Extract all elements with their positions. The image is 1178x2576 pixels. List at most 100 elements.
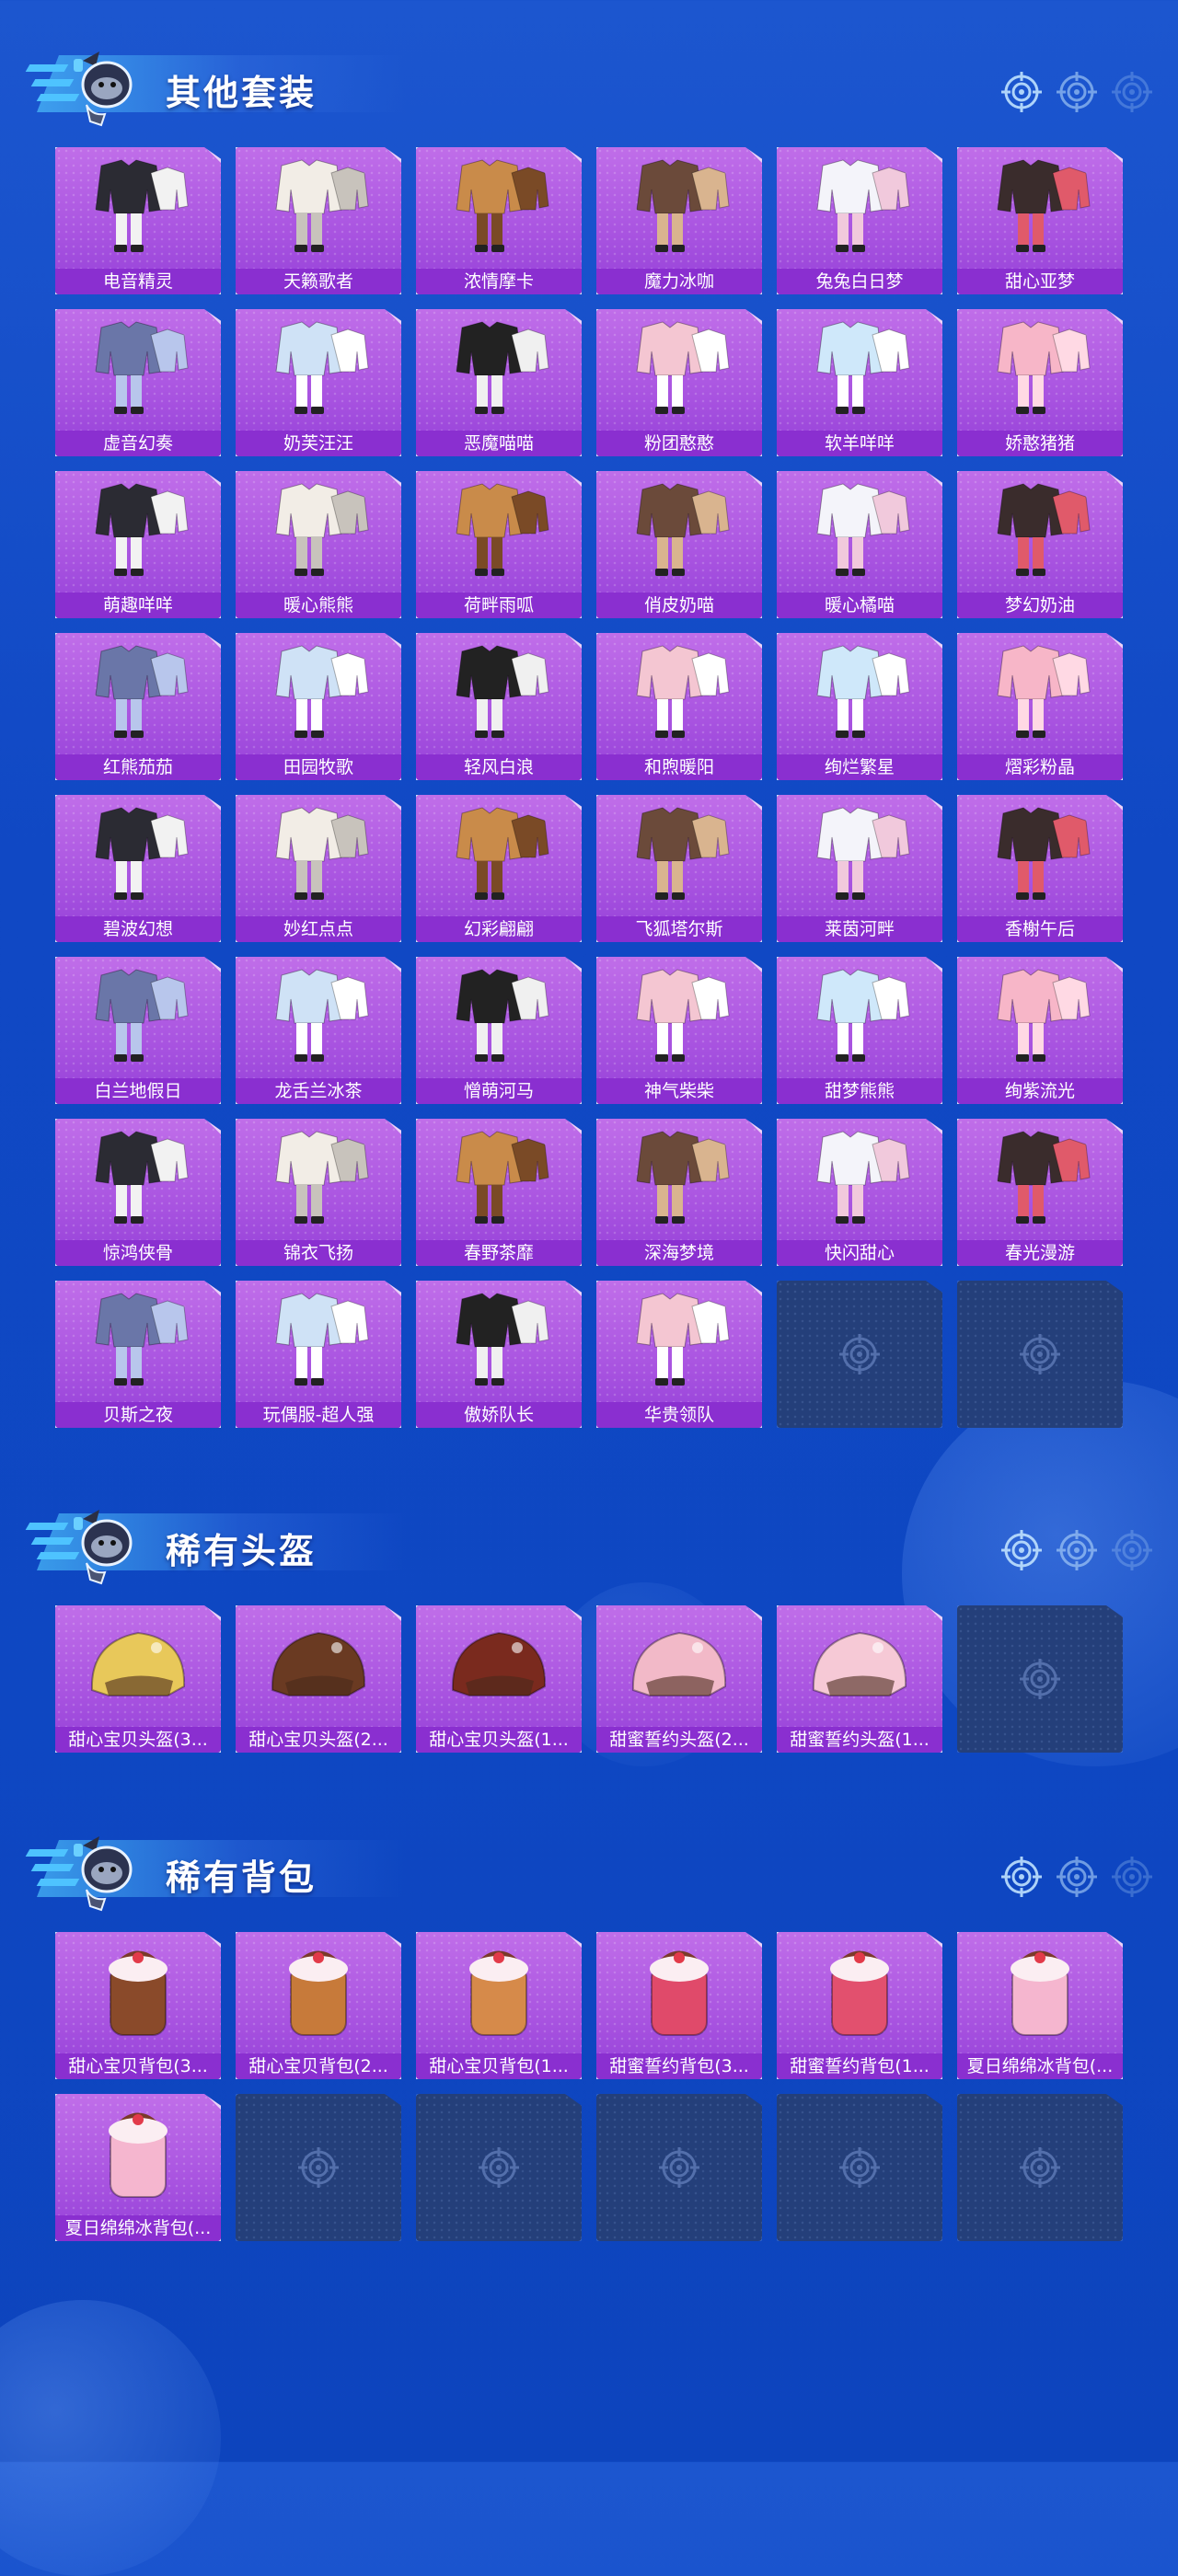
outfit-image [95, 483, 189, 576]
item-card[interactable]: 甜蜜誓约头盔(2... [596, 1605, 762, 1753]
outfit-image [816, 969, 910, 1062]
outfit-image [636, 483, 730, 576]
item-card[interactable]: 甜蜜誓约背包(1... [777, 1932, 942, 2079]
section-title: 稀有背包 [166, 1857, 318, 1898]
item-card[interactable]: 深海梦境 [596, 1119, 762, 1266]
item-card[interactable]: 兔兔白日梦 [777, 147, 942, 294]
empty-slot [416, 2094, 582, 2241]
item-card[interactable]: 春野茶靡 [416, 1119, 582, 1266]
item-label: 幻彩翩翩 [416, 916, 582, 942]
item-card[interactable]: 神气柴柴 [596, 957, 762, 1104]
outfit-image [456, 969, 549, 1062]
item-card[interactable]: 奶芙汪汪 [236, 309, 401, 456]
item-card[interactable]: 红熊茄茄 [55, 633, 221, 780]
item-label: 深海梦境 [596, 1240, 762, 1266]
item-card[interactable]: 夏日绵绵冰背包(... [55, 2094, 221, 2241]
outfit-image [816, 1131, 910, 1224]
section-title: 其他套装 [166, 73, 318, 113]
item-card[interactable]: 甜心宝贝头盔(1... [416, 1605, 582, 1753]
item-card[interactable]: 熠彩粉晶 [957, 633, 1123, 780]
outfit-image [275, 645, 369, 738]
item-card[interactable]: 傲娇队长 [416, 1281, 582, 1428]
section-helmet: 稀有头盔 甜心宝贝头盔(3... 甜心宝贝头盔(2... 甜心宝贝头盔(1... 甜蜜誓… [0, 1486, 1178, 1854]
item-card[interactable]: 轻风白浪 [416, 633, 582, 780]
item-card[interactable]: 绚紫流光 [957, 957, 1123, 1104]
backpack-image [830, 1950, 889, 2036]
outfit-image [456, 645, 549, 738]
crosshair-icon [839, 2147, 880, 2188]
item-label: 白兰地假日 [55, 1078, 221, 1104]
item-label: 甜心宝贝头盔(2... [236, 1727, 401, 1753]
item-card[interactable]: 白兰地假日 [55, 957, 221, 1104]
item-card[interactable]: 甜心宝贝背包(1... [416, 1932, 582, 2079]
backpack-image [469, 1950, 528, 2036]
item-card[interactable]: 粉团憨憨 [596, 309, 762, 456]
item-card[interactable]: 快闪甜心 [777, 1119, 942, 1266]
item-card[interactable]: 妙红点点 [236, 795, 401, 942]
crosshair-icon [298, 2147, 339, 2188]
item-card[interactable]: 浓情摩卡 [416, 147, 582, 294]
item-card[interactable]: 梦幻奶油 [957, 471, 1123, 618]
outfit-image [816, 645, 910, 738]
item-card[interactable]: 甜心宝贝背包(3... [55, 1932, 221, 2079]
item-card[interactable]: 甜梦熊熊 [777, 957, 942, 1104]
item-label: 绚紫流光 [957, 1078, 1123, 1104]
crosshair-icon [1001, 1857, 1042, 1897]
item-card[interactable]: 电音精灵 [55, 147, 221, 294]
item-card[interactable]: 莱茵河畔 [777, 795, 942, 942]
outfit-image [456, 1293, 549, 1386]
item-card[interactable]: 飞狐塔尔斯 [596, 795, 762, 942]
item-card[interactable]: 华贵领队 [596, 1281, 762, 1428]
item-card[interactable]: 田园牧歌 [236, 633, 401, 780]
item-card[interactable]: 魔力冰咖 [596, 147, 762, 294]
item-card[interactable]: 玩偶服-超人强 [236, 1281, 401, 1428]
item-card[interactable]: 龙舌兰冰茶 [236, 957, 401, 1104]
item-label: 熠彩粉晶 [957, 754, 1123, 780]
item-label: 甜蜜誓约背包(1... [777, 2053, 942, 2079]
outfit-image [456, 1131, 549, 1224]
item-card[interactable]: 锦衣飞扬 [236, 1119, 401, 1266]
item-card[interactable]: 暖心橘喵 [777, 471, 942, 618]
item-card[interactable]: 虚音幻奏 [55, 309, 221, 456]
item-card[interactable]: 暖心熊熊 [236, 471, 401, 618]
item-card[interactable]: 夏日绵绵冰背包(... [957, 1932, 1123, 2079]
item-card[interactable]: 俏皮奶喵 [596, 471, 762, 618]
item-card[interactable]: 香榭午后 [957, 795, 1123, 942]
outfit-image [456, 807, 549, 900]
outfit-image [95, 159, 189, 252]
item-card[interactable]: 甜心亚梦 [957, 147, 1123, 294]
item-card[interactable]: 贝斯之夜 [55, 1281, 221, 1428]
outfit-image [275, 321, 369, 414]
item-card[interactable]: 萌趣咩咩 [55, 471, 221, 618]
item-label: 贝斯之夜 [55, 1402, 221, 1428]
crosshair-icon [1057, 1857, 1097, 1897]
item-card[interactable]: 甜蜜誓约背包(3... [596, 1932, 762, 2079]
item-card[interactable]: 甜心宝贝头盔(2... [236, 1605, 401, 1753]
item-card[interactable]: 娇憨猪猪 [957, 309, 1123, 456]
item-card[interactable]: 荷畔雨呱 [416, 471, 582, 618]
item-card[interactable]: 绚烂繁星 [777, 633, 942, 780]
item-card[interactable]: 和煦暖阳 [596, 633, 762, 780]
item-card[interactable]: 甜心宝贝背包(2... [236, 1932, 401, 2079]
item-card[interactable]: 甜蜜誓约头盔(1... [777, 1605, 942, 1753]
item-card[interactable]: 惊鸿侠骨 [55, 1119, 221, 1266]
item-card[interactable]: 恶魔喵喵 [416, 309, 582, 456]
item-card[interactable]: 甜心宝贝头盔(3... [55, 1605, 221, 1753]
item-card[interactable]: 碧波幻想 [55, 795, 221, 942]
outfit-image [456, 159, 549, 252]
empty-slot [236, 2094, 401, 2241]
section-header: 其他套装 [0, 28, 1178, 129]
outfit-image [95, 1131, 189, 1224]
item-label: 荷畔雨呱 [416, 592, 582, 618]
item-label: 甜蜜誓约头盔(2... [596, 1727, 762, 1753]
item-card[interactable]: 软羊咩咩 [777, 309, 942, 456]
item-card[interactable]: 春光漫游 [957, 1119, 1123, 1266]
outfit-image [275, 969, 369, 1062]
backpack-image [1011, 1950, 1069, 2036]
item-card[interactable]: 憎萌河马 [416, 957, 582, 1104]
outfit-image [636, 1293, 730, 1386]
item-label: 甜心宝贝头盔(3... [55, 1727, 221, 1753]
item-card[interactable]: 天籁歌者 [236, 147, 401, 294]
item-card[interactable]: 幻彩翩翩 [416, 795, 582, 942]
item-label: 甜心宝贝背包(3... [55, 2053, 221, 2079]
